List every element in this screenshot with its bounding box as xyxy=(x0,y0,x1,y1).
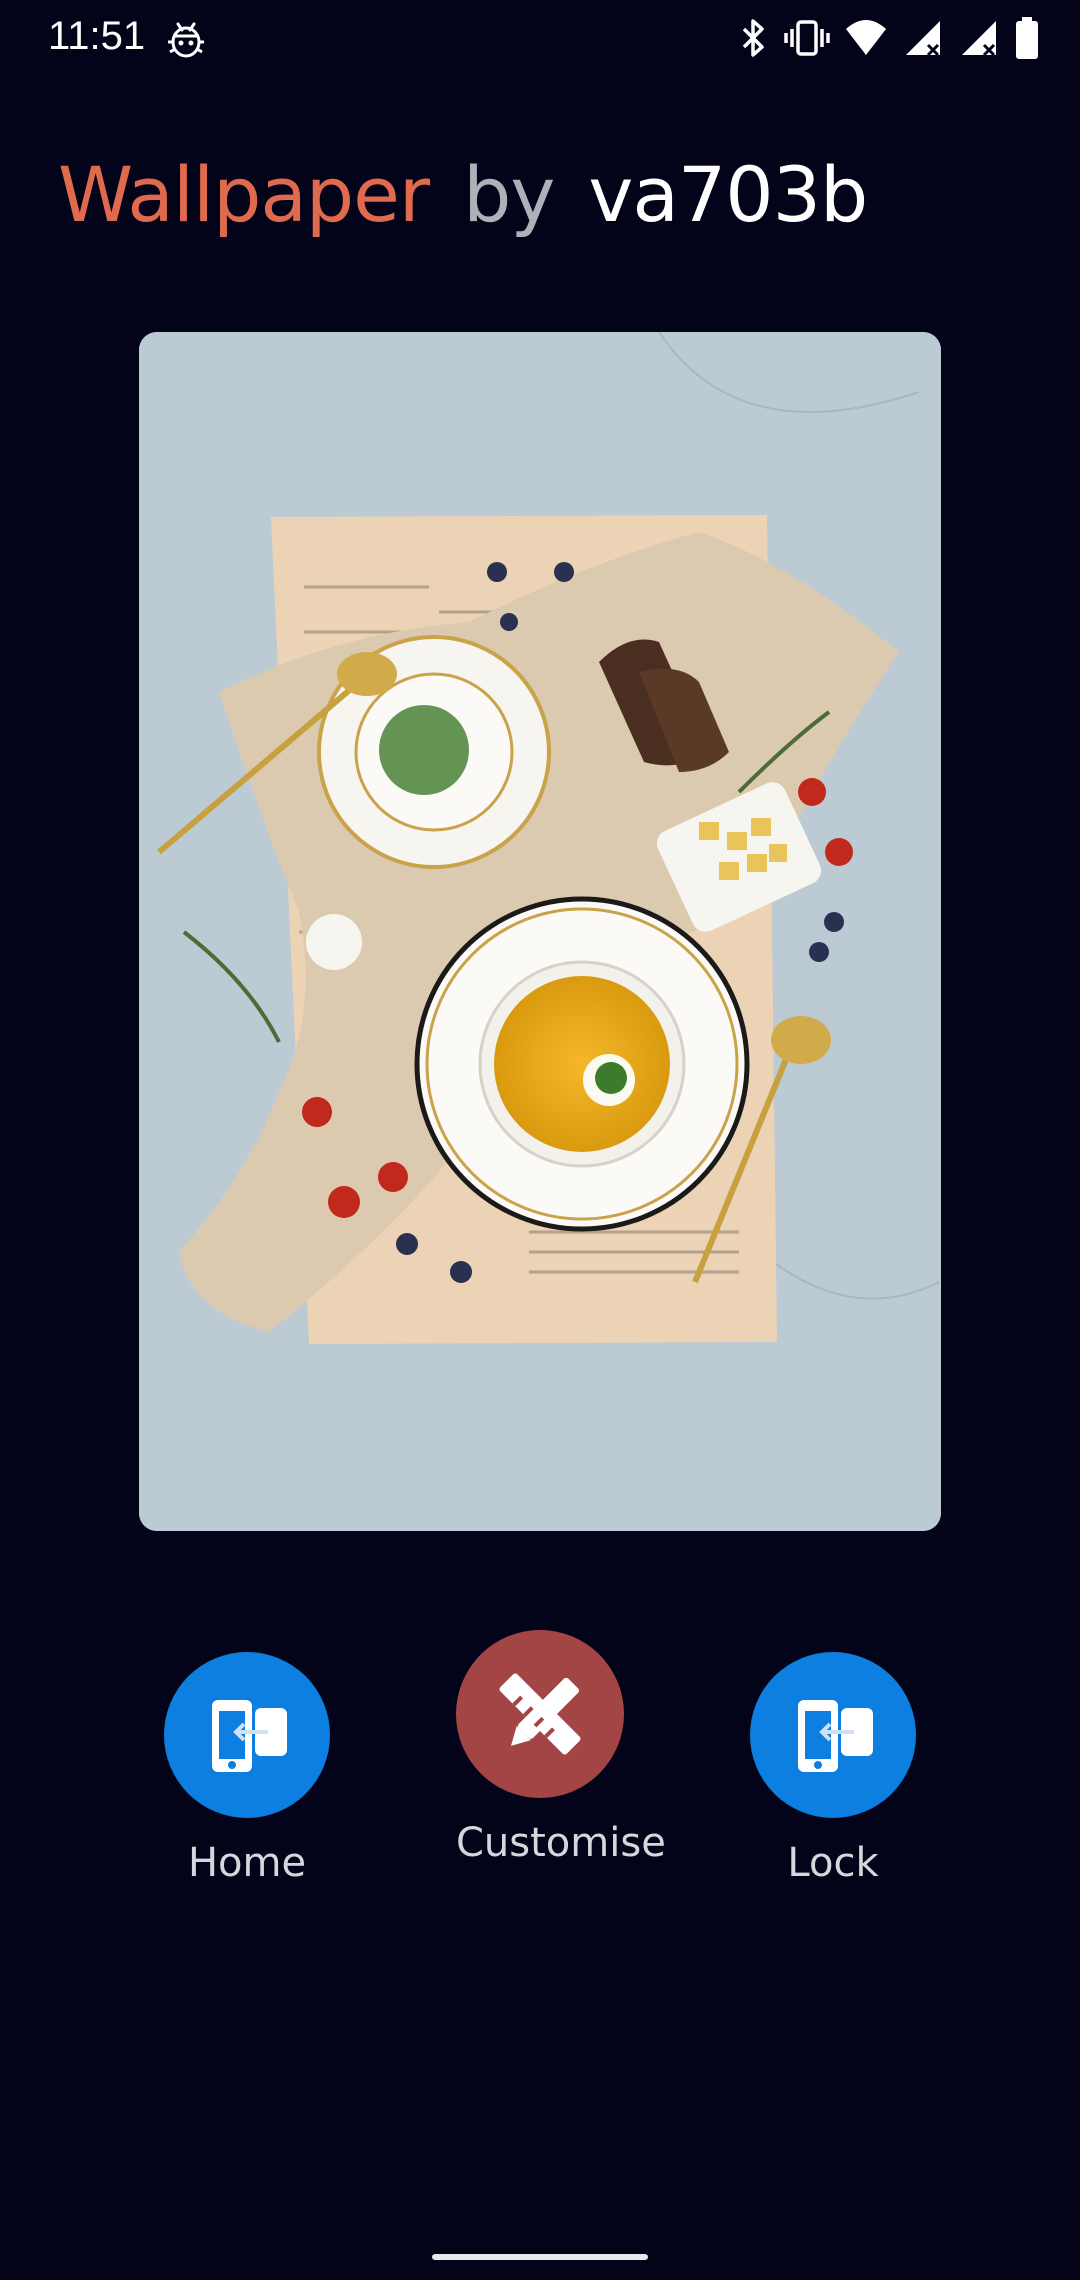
title-by: by xyxy=(463,150,555,239)
set-wallpaper-icon xyxy=(798,1700,873,1772)
signal-icon xyxy=(958,17,1000,64)
title-wallpaper: Wallpaper xyxy=(58,150,430,239)
wallpaper-preview[interactable] xyxy=(139,332,941,1531)
home-indicator[interactable] xyxy=(432,2254,648,2260)
status-time: 11:51 xyxy=(48,14,146,58)
customise-button[interactable] xyxy=(456,1630,624,1798)
status-icons xyxy=(736,16,1040,65)
page-title: Wallpaper by va703b xyxy=(58,150,868,239)
wallpaper-image xyxy=(139,332,941,1531)
customise-action[interactable]: Customise xyxy=(456,1630,666,1866)
home-label: Home xyxy=(187,1840,307,1886)
lock-action[interactable]: Lock xyxy=(750,1652,916,1886)
bug-icon xyxy=(164,16,208,65)
set-home-button[interactable] xyxy=(164,1652,330,1818)
wifi-icon xyxy=(844,17,888,64)
lock-label: Lock xyxy=(787,1840,879,1886)
set-wallpaper-icon xyxy=(212,1700,287,1772)
set-lock-button[interactable] xyxy=(750,1652,916,1818)
customise-label: Customise xyxy=(456,1820,666,1866)
status-bar: 11:51 xyxy=(0,0,1080,84)
vibrate-icon xyxy=(784,17,830,64)
battery-icon xyxy=(1014,16,1040,65)
signal-icon xyxy=(902,17,944,64)
wallpaper-screen: 11:51 Wallpaper by va703b Home Customise… xyxy=(0,0,1080,2280)
bluetooth-icon xyxy=(736,17,770,64)
title-author: va703b xyxy=(588,150,868,239)
home-action[interactable]: Home xyxy=(164,1652,330,1886)
pencil-ruler-icon xyxy=(499,1673,581,1755)
